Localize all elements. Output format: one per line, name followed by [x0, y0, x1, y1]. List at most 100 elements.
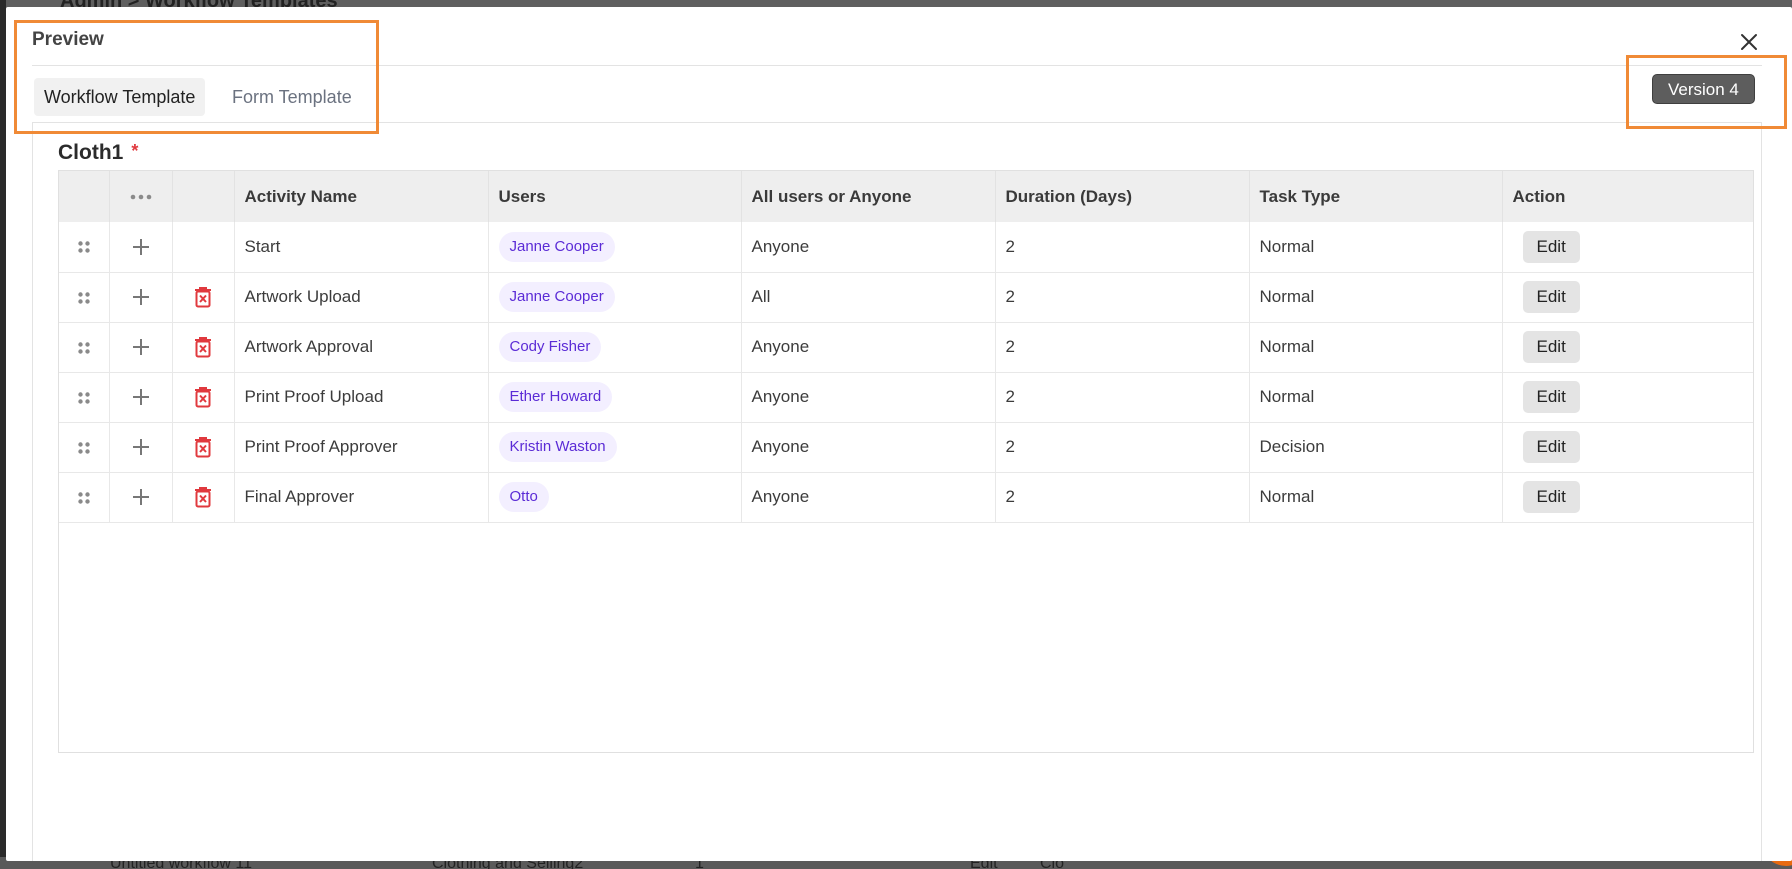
trash-icon — [195, 337, 211, 358]
activity-name-cell: Start — [234, 222, 489, 273]
header-task-type: Task Type — [1249, 171, 1503, 222]
close-icon — [1741, 34, 1757, 50]
add-row-button[interactable] — [109, 272, 173, 323]
delete-row-button[interactable] — [172, 272, 235, 323]
task-type-cell: Normal — [1249, 272, 1503, 323]
drag-handle[interactable] — [59, 372, 110, 423]
delete-row-button[interactable] — [172, 472, 235, 523]
table-row: Print Proof Upload Ether Howard Anyone 2 Nor… — [59, 372, 1753, 423]
plus-icon — [132, 289, 149, 306]
activity-name-cell: Final Approver — [234, 472, 489, 523]
add-row-button[interactable] — [109, 372, 173, 423]
task-type-cell: Decision — [1249, 422, 1503, 473]
drag-handle[interactable] — [59, 222, 110, 273]
scope-cell: Anyone — [741, 322, 996, 373]
users-cell: Ether Howard — [488, 372, 742, 423]
plus-icon — [132, 489, 149, 506]
user-chip[interactable]: Ether Howard — [498, 382, 613, 412]
users-cell: Otto — [488, 472, 742, 523]
drag-handle[interactable] — [59, 272, 110, 323]
modal-header: Preview — [6, 7, 1792, 59]
tab-form-template[interactable]: Form Template — [222, 78, 362, 116]
user-chip[interactable]: Janne Cooper — [498, 231, 615, 262]
action-cell: Edit — [1502, 272, 1753, 323]
header-more[interactable] — [109, 171, 173, 222]
duration-cell: 2 — [995, 372, 1250, 423]
header-users: Users — [488, 171, 742, 222]
edit-button[interactable]: Edit — [1522, 481, 1580, 513]
drag-handle[interactable] — [59, 472, 110, 523]
add-row-button[interactable] — [109, 322, 173, 373]
table-row: Start Janne Cooper Anyone 2 Normal Edit — [59, 222, 1753, 273]
activity-name-cell: Artwork Upload — [234, 272, 489, 323]
action-cell: Edit — [1502, 422, 1753, 473]
task-type-cell: Normal — [1249, 222, 1503, 273]
table-row: Artwork Approval Cody Fisher Anyone 2 Normal… — [59, 322, 1753, 373]
table-header-row: Activity Name Users All users or Anyone … — [59, 171, 1753, 222]
drag-handle-icon — [78, 241, 90, 253]
duration-cell: 2 — [995, 272, 1250, 323]
activity-name-cell: Print Proof Upload — [234, 372, 489, 423]
table-row: Artwork Upload Janne Cooper All 2 Normal Edit — [59, 272, 1753, 323]
delete-row-button[interactable] — [172, 422, 235, 473]
template-name-text: Cloth1 — [58, 141, 124, 164]
user-chip[interactable]: Janne Cooper — [498, 282, 615, 312]
drag-handle-icon — [78, 441, 90, 454]
tab-workflow-template[interactable]: Workflow Template — [34, 78, 206, 116]
plus-icon — [132, 239, 149, 255]
preview-modal: Preview Workflow Template Form Template … — [6, 7, 1792, 861]
add-row-button[interactable] — [109, 472, 173, 523]
scope-cell: All — [741, 272, 996, 323]
scope-cell: Anyone — [741, 222, 996, 273]
drag-handle-icon — [78, 391, 90, 404]
version-badge[interactable]: Version 4 — [1652, 74, 1755, 104]
header-drag — [59, 171, 110, 222]
plus-icon — [132, 389, 149, 406]
action-cell: Edit — [1502, 222, 1753, 273]
header-activity-name: Activity Name — [234, 171, 489, 222]
trash-icon — [195, 387, 211, 408]
duration-cell: 2 — [995, 422, 1250, 473]
template-name: Cloth1 * — [58, 141, 138, 165]
drag-handle[interactable] — [59, 322, 110, 373]
delete-row-button[interactable] — [172, 322, 235, 373]
users-cell: Kristin Waston — [488, 422, 742, 473]
add-row-button[interactable] — [109, 422, 173, 473]
edit-button[interactable]: Edit — [1522, 281, 1580, 313]
user-chip[interactable]: Cody Fisher — [498, 332, 602, 362]
task-type-cell: Normal — [1249, 472, 1503, 523]
task-type-cell: Normal — [1249, 372, 1503, 423]
user-chip[interactable]: Otto — [498, 482, 549, 512]
required-mark: * — [131, 141, 139, 161]
header-all-or-anyone: All users or Anyone — [741, 171, 996, 222]
drag-handle-icon — [78, 291, 90, 304]
plus-icon — [132, 439, 149, 456]
delete-row-button — [172, 222, 235, 273]
add-row-button[interactable] — [109, 222, 173, 273]
users-cell: Janne Cooper — [488, 272, 742, 323]
edit-button[interactable]: Edit — [1522, 230, 1580, 263]
users-cell: Cody Fisher — [488, 322, 742, 373]
delete-row-button[interactable] — [172, 372, 235, 423]
action-cell: Edit — [1502, 472, 1753, 523]
task-type-cell: Normal — [1249, 322, 1503, 373]
duration-cell: 2 — [995, 222, 1250, 273]
table-row: Final Approver Otto Anyone 2 Normal Edit — [59, 472, 1753, 523]
activity-name-cell: Print Proof Approver — [234, 422, 489, 473]
header-delete — [172, 171, 235, 222]
close-button[interactable] — [1738, 31, 1760, 53]
edit-button[interactable]: Edit — [1522, 431, 1580, 463]
drag-handle-icon — [78, 341, 90, 354]
drag-handle[interactable] — [59, 422, 110, 473]
duration-cell: 2 — [995, 322, 1250, 373]
duration-cell: 2 — [995, 472, 1250, 523]
drag-handle-icon — [78, 491, 90, 504]
edit-button[interactable]: Edit — [1522, 381, 1580, 413]
header-action: Action — [1512, 186, 1566, 206]
user-chip[interactable]: Kristin Waston — [498, 432, 617, 462]
edit-button[interactable]: Edit — [1522, 331, 1580, 363]
scope-cell: Anyone — [741, 472, 996, 523]
plus-icon — [132, 339, 149, 356]
more-horizontal-icon — [130, 194, 151, 200]
action-cell: Edit — [1502, 372, 1753, 423]
